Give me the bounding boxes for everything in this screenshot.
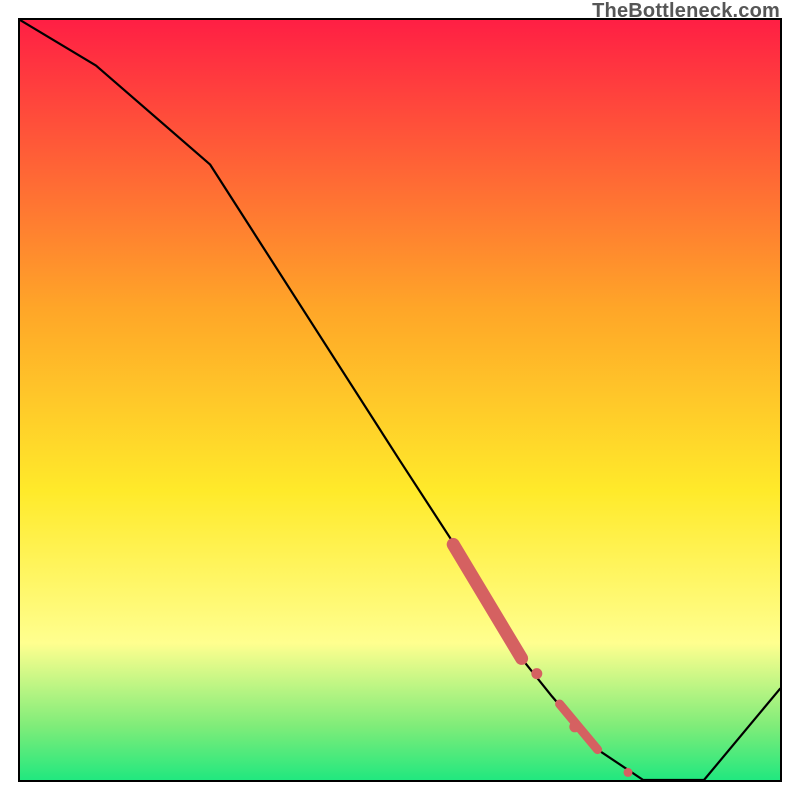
watermark-text: TheBottleneck.com bbox=[592, 0, 780, 23]
marker-thick-segment bbox=[453, 544, 521, 658]
marker-dot bbox=[624, 768, 633, 777]
marker-dot bbox=[569, 721, 580, 732]
chart-area bbox=[18, 18, 782, 782]
marker-dot bbox=[531, 668, 542, 679]
bottleneck-curve bbox=[20, 20, 780, 780]
